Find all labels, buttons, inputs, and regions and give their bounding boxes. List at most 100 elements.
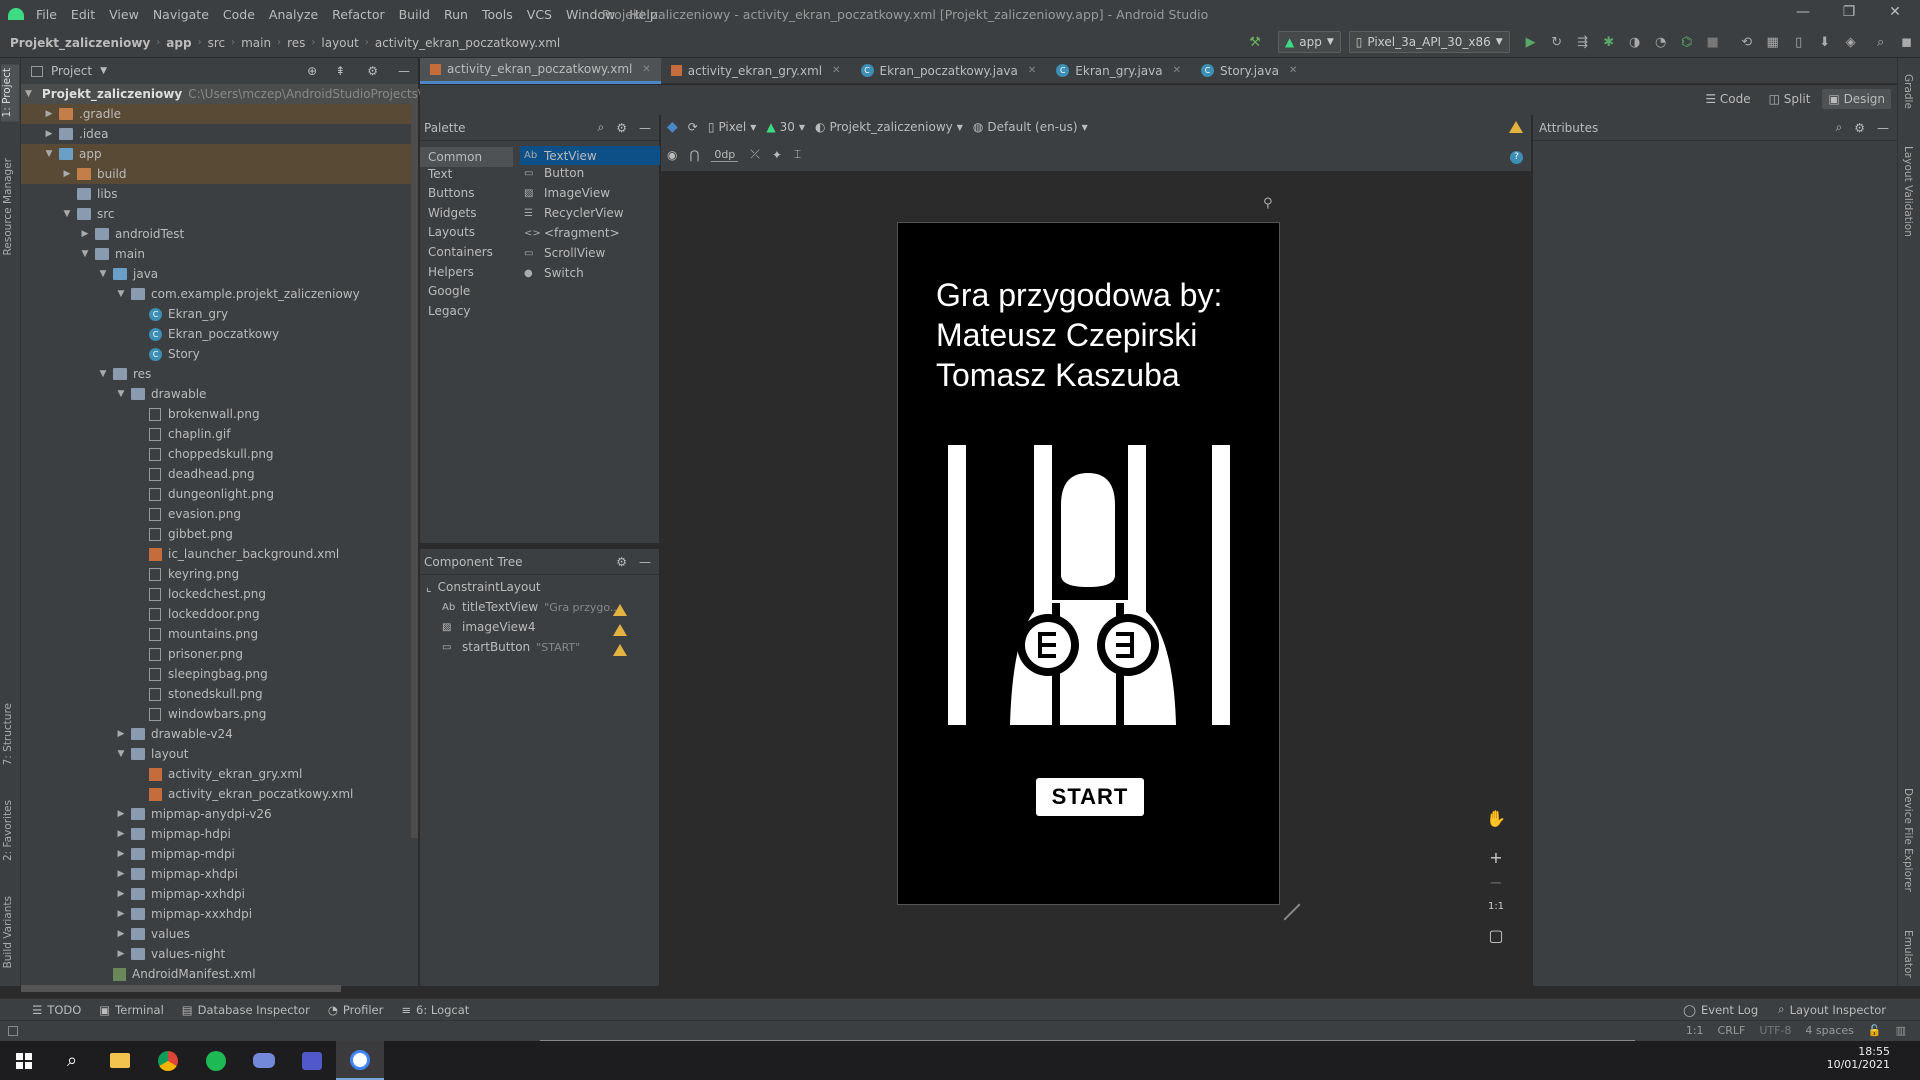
clock[interactable]: 18:55 10/01/2021 [1827, 1045, 1890, 1071]
sync-gradle-icon[interactable]: ⟲ [1736, 31, 1758, 53]
menu-file[interactable]: File [36, 7, 57, 22]
warning-icon[interactable] [613, 644, 627, 656]
collapse-all-icon[interactable]: ⇞ [335, 64, 345, 78]
clear-constraints-icon[interactable]: ⤫ [750, 147, 760, 162]
title-text-view[interactable]: Gra przygodowa by: Mateusz Czepirski Tom… [936, 275, 1266, 395]
menu-view[interactable]: View [109, 7, 139, 22]
search-icon[interactable]: ⌕ [598, 120, 605, 135]
project-tree-item[interactable]: ▶ mipmap-xxhdpi [21, 884, 418, 904]
editor-tab[interactable]: C Ekran_gry.java ✕ [1046, 58, 1191, 84]
tool-tab-structure[interactable]: 7: Structure [2, 703, 14, 765]
project-tree-item[interactable]: keyring.png [21, 564, 418, 584]
tool-tab-build-variants[interactable]: Build Variants [2, 896, 14, 968]
api-level-select[interactable]: ▲ 30 ▼ [766, 120, 805, 134]
palette-category-common[interactable]: Common [420, 147, 513, 167]
guidelines-icon[interactable]: ⌶ [794, 147, 801, 162]
palette-item[interactable]: ▭ Button [524, 166, 584, 180]
project-tree-item[interactable]: activity_ekran_poczatkowy.xml [21, 784, 418, 804]
windows-start-icon[interactable] [0, 1041, 48, 1080]
zoom-in-icon[interactable]: + [1484, 848, 1508, 870]
close-icon[interactable]: ✕ [1173, 65, 1181, 76]
infer-constraints-icon[interactable]: ✦ [772, 148, 782, 162]
chevron-right-icon[interactable]: ▶ [115, 849, 127, 859]
device-select[interactable]: ▯ Pixel_3a_API_30_x86 ▼ [1348, 31, 1510, 53]
chevron-down-icon[interactable]: ▼ [115, 749, 127, 759]
run-config-select[interactable]: ▲ app ▼ [1278, 31, 1341, 53]
palette-category-widgets[interactable]: Widgets [428, 206, 477, 220]
warning-icon[interactable] [613, 604, 627, 616]
coverage-icon[interactable]: ◑ [1624, 31, 1646, 53]
tool-tab-layout-validation[interactable]: Layout Validation [1902, 146, 1914, 237]
project-tree-item[interactable]: ▼ src [21, 204, 418, 224]
zoom-fit-icon[interactable]: ▢ [1484, 926, 1508, 948]
palette-item[interactable]: <> <fragment> [524, 226, 620, 240]
breadcrumb-item[interactable]: src [208, 36, 226, 50]
attach-debugger-icon[interactable]: ⌬ [1676, 31, 1698, 53]
spotify-icon[interactable] [192, 1041, 240, 1080]
project-view-select[interactable]: Project [51, 64, 92, 78]
split-mode-button[interactable]: ◫ Split [1763, 89, 1817, 109]
chevron-right-icon[interactable]: ▶ [43, 129, 55, 139]
chevron-right-icon[interactable]: ▶ [115, 909, 127, 919]
tool-window-button[interactable]: ▣ Terminal [99, 1003, 163, 1017]
chevron-down-icon[interactable]: ▼ [115, 289, 127, 299]
chevron-right-icon[interactable]: ▶ [43, 109, 55, 119]
help-icon[interactable]: ? [1510, 151, 1523, 164]
locate-icon[interactable]: ⊕ [307, 64, 317, 78]
project-tree-item[interactable]: ▼ main [21, 244, 418, 264]
design-mode-button[interactable]: ▣ Design [1822, 89, 1891, 109]
editor-tab[interactable]: C Story.java ✕ [1191, 58, 1307, 84]
search-icon[interactable]: ⌕ [48, 1041, 96, 1080]
breadcrumb-item[interactable]: layout [321, 36, 358, 50]
caret-position[interactable]: 1:1 [1686, 1024, 1704, 1037]
menu-navigate[interactable]: Navigate [153, 7, 209, 22]
project-tree-item[interactable]: ▼ java [21, 264, 418, 284]
chevron-right-icon[interactable]: ▶ [115, 869, 127, 879]
project-tree-item[interactable]: ▶ mipmap-anydpi-v26 [21, 804, 418, 824]
menu-run[interactable]: Run [444, 7, 468, 22]
hide-icon[interactable]: — [398, 64, 410, 78]
project-tree-item[interactable]: ▶ .idea [21, 124, 418, 144]
pin-icon[interactable]: ⚲ [1263, 196, 1273, 211]
chevron-down-icon[interactable]: ▼ [97, 269, 109, 279]
minimize-button[interactable]: — [1788, 4, 1818, 24]
chrome-icon[interactable] [144, 1041, 192, 1080]
project-tree-item[interactable]: C Ekran_poczatkowy [21, 324, 418, 344]
chevron-right-icon[interactable]: ▶ [115, 929, 127, 939]
menu-edit[interactable]: Edit [71, 7, 95, 22]
project-tree-item[interactable]: libs [21, 184, 418, 204]
menu-tools[interactable]: Tools [482, 7, 513, 22]
search-icon[interactable]: ⌕ [1870, 31, 1892, 53]
run-icon[interactable]: ▶ [1520, 31, 1542, 53]
project-tree-item[interactable]: gibbet.png [21, 524, 418, 544]
account-icon[interactable]: ◼ [1896, 31, 1918, 53]
project-tree-item[interactable]: C Ekran_gry [21, 304, 418, 324]
project-tree-item[interactable]: ▼ app [21, 144, 418, 164]
close-icon[interactable]: ✕ [642, 64, 650, 75]
tool-tab-device-file-explorer[interactable]: Device File Explorer [1902, 788, 1914, 892]
project-tree-item[interactable]: mountains.png [21, 624, 418, 644]
zoom-out-icon[interactable]: − [1484, 873, 1508, 895]
project-tree-item[interactable]: ▶ mipmap-xxxhdpi [21, 904, 418, 924]
project-tree-item[interactable]: deadhead.png [21, 464, 418, 484]
chevron-down-icon[interactable]: ▼ [115, 389, 127, 399]
warning-icon[interactable] [1509, 121, 1523, 133]
tool-tab-resource-manager[interactable]: Resource Manager [2, 158, 14, 256]
project-tree-item[interactable]: ic_launcher_background.xml [21, 544, 418, 564]
tool-tab-emulator[interactable]: Emulator [1902, 930, 1914, 978]
project-tree-item[interactable]: brokenwall.png [21, 404, 418, 424]
chevron-right-icon[interactable]: ▶ [115, 949, 127, 959]
project-tree-item[interactable]: ▶ mipmap-hdpi [21, 824, 418, 844]
code-mode-button[interactable]: ☰ Code [1699, 89, 1756, 109]
palette-category-helpers[interactable]: Helpers [428, 265, 474, 279]
project-tree-item[interactable]: chaplin.gif [21, 424, 418, 444]
pan-icon[interactable]: ✋ [1484, 809, 1508, 831]
debug-icon[interactable]: ✱ [1598, 31, 1620, 53]
chevron-down-icon[interactable]: ▼ [43, 149, 55, 159]
lock-icon[interactable]: 🔓 [1868, 1024, 1882, 1037]
teams-icon[interactable] [288, 1041, 336, 1080]
tool-window-button[interactable]: ≡ 6: Logcat [401, 1003, 469, 1017]
project-tree-item[interactable]: ▶ androidTest [21, 224, 418, 244]
palette-item[interactable]: ▨ ImageView [524, 186, 610, 200]
search-icon[interactable]: ⌕ [1836, 120, 1843, 135]
